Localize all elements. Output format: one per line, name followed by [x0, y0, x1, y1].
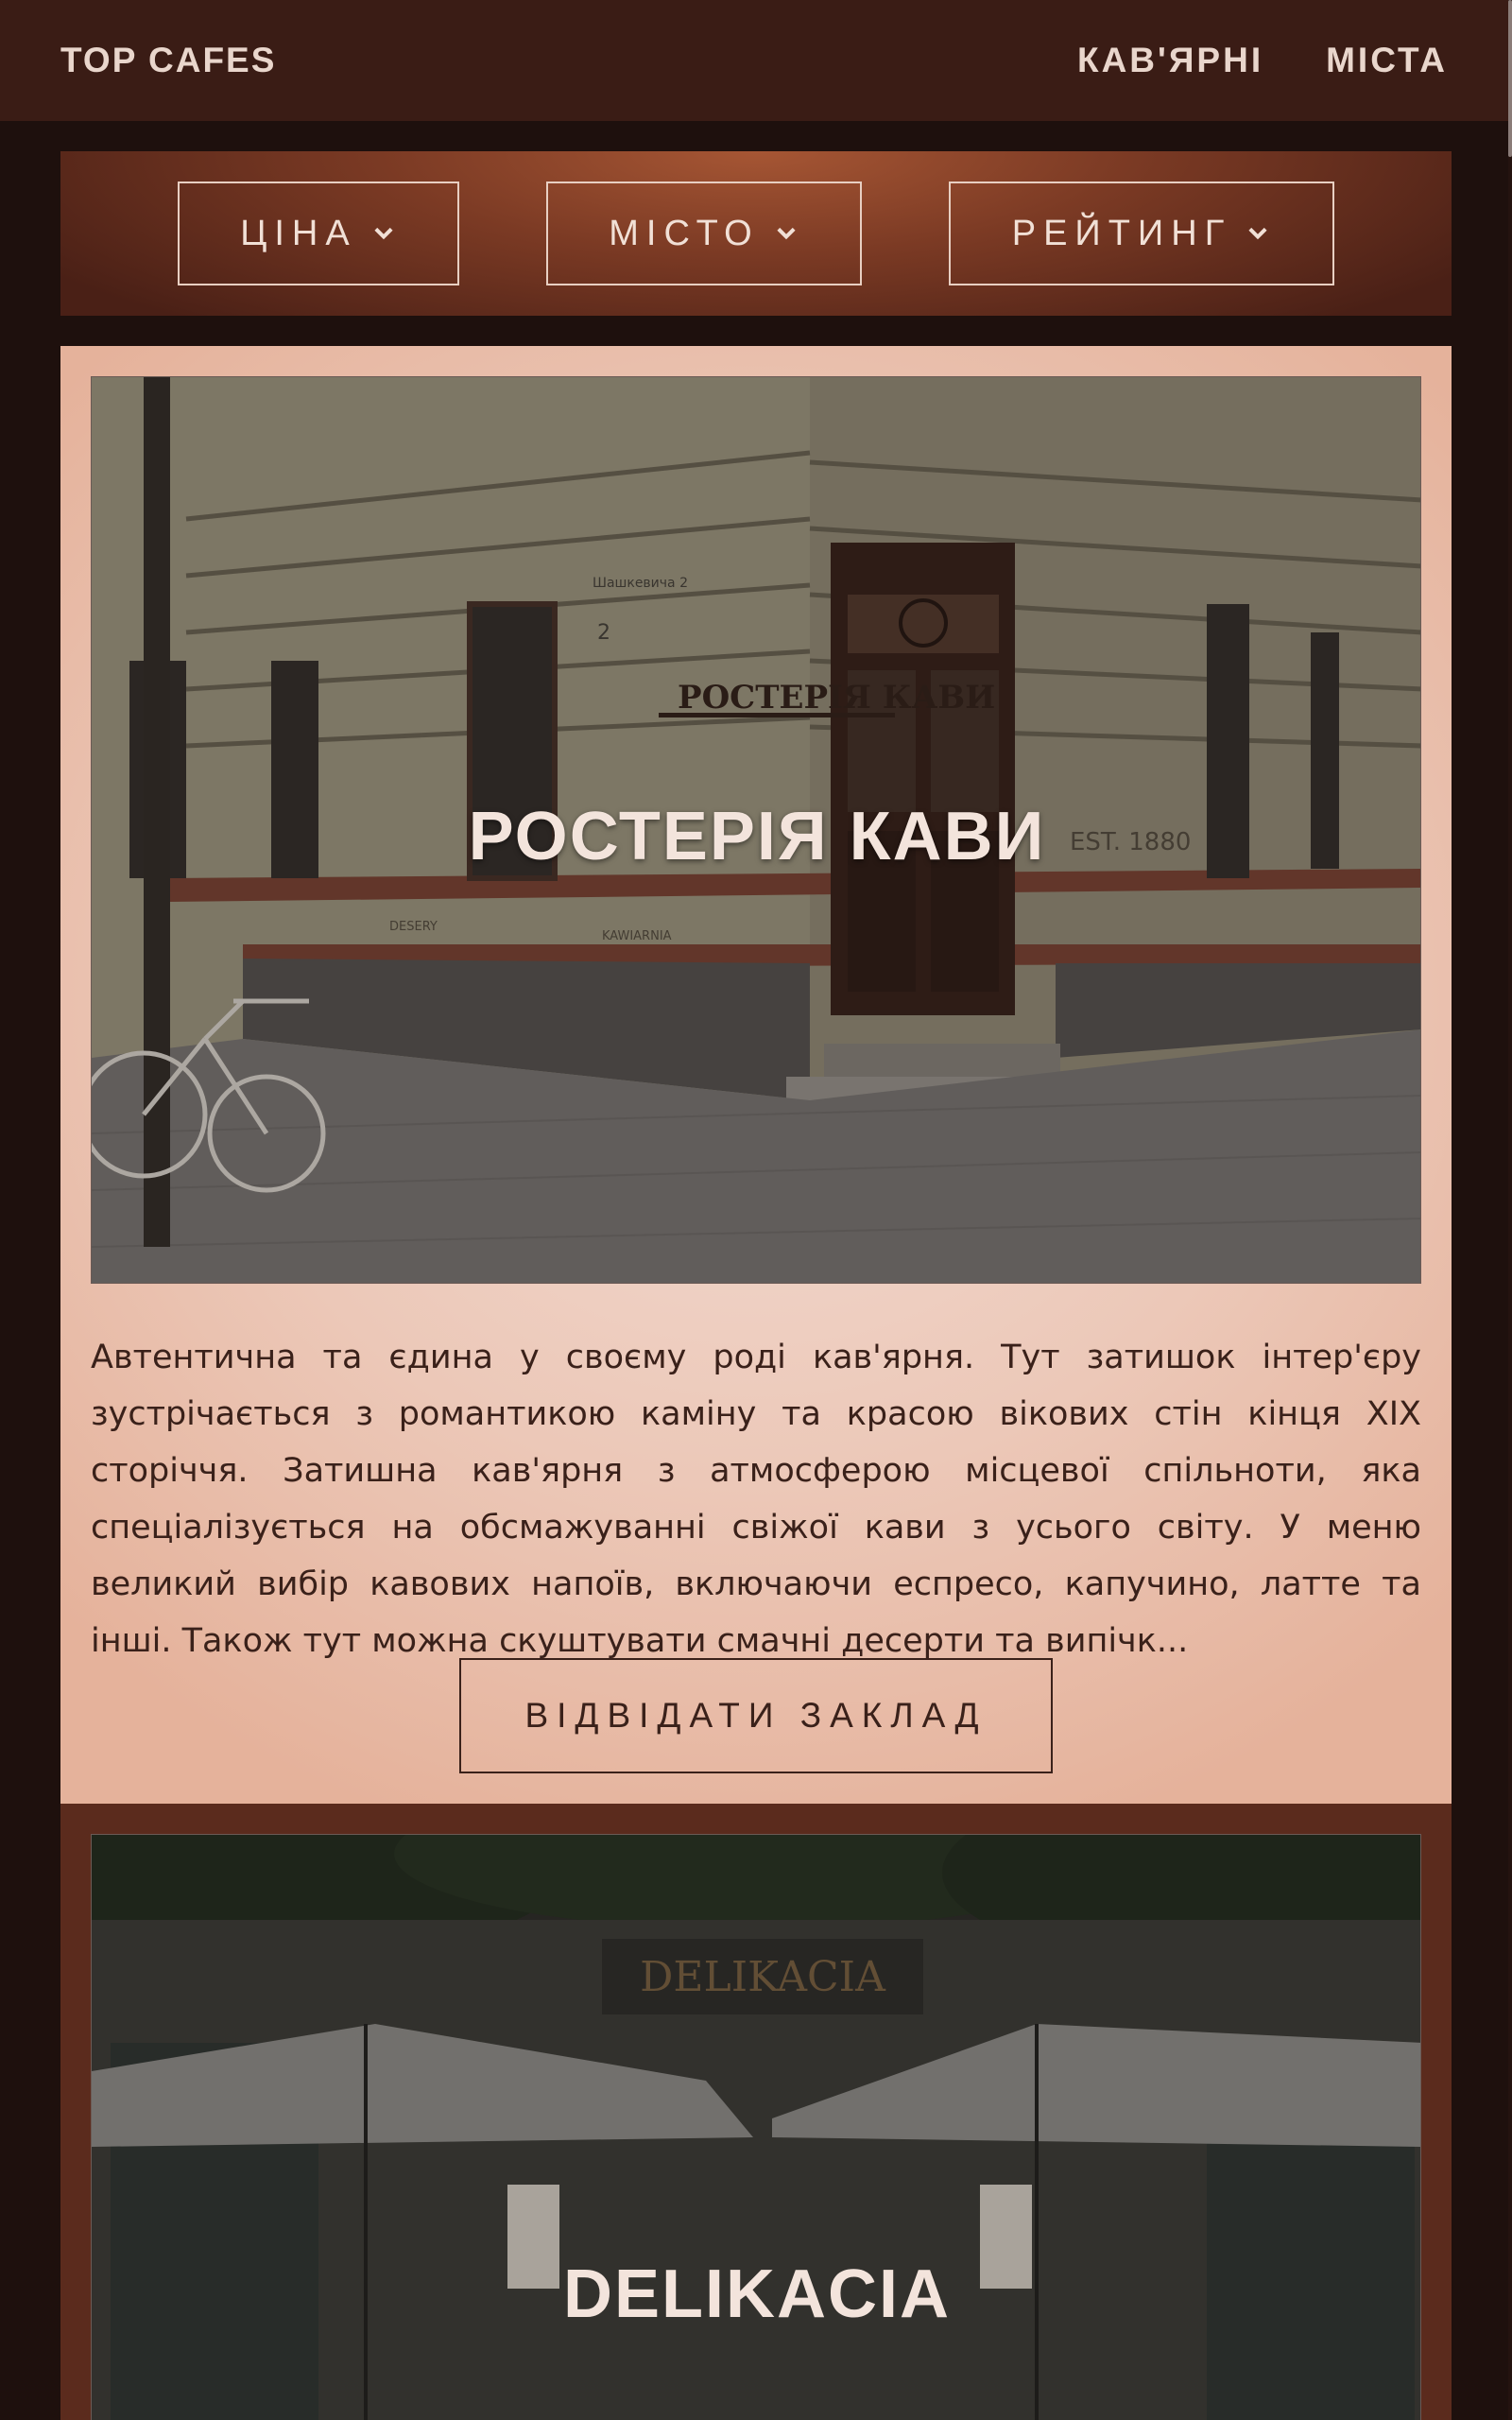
cafe-card: DELIKACIA DELIKACIA: [60, 1804, 1452, 2420]
cafe-photo: DELIKACIA DELIKACIA: [91, 1834, 1421, 2420]
filter-rating-button[interactable]: РЕЙТИНГ: [949, 182, 1334, 285]
brand-logo[interactable]: TOP CAFES: [60, 41, 276, 80]
filter-bar: ЦІНА МІСТО РЕЙТИНГ: [60, 151, 1452, 316]
visit-cafe-button[interactable]: ВІДВІДАТИ ЗАКЛАД: [459, 1658, 1053, 1773]
cafe-photo: РОСТЕРІЯ КАВИ EST. 1880 2 Шашкевича 2 DE…: [91, 376, 1421, 1284]
filter-rating-label: РЕЙТИНГ: [1011, 213, 1232, 253]
chevron-down-icon: [374, 227, 393, 240]
chevron-down-icon: [777, 227, 796, 240]
nav-link-cities[interactable]: МІСТА: [1326, 41, 1448, 80]
cafe-description: Автентична та єдина у своєму роді кав'яр…: [91, 1339, 1421, 1660]
nav-link-cafes[interactable]: КАВ'ЯРНІ: [1077, 41, 1263, 80]
cafe-title: DELIKACIA: [563, 2256, 951, 2332]
page-scrollbar[interactable]: [1508, 0, 1512, 2420]
main-nav: КАВ'ЯРНІ МІСТА: [1077, 41, 1448, 80]
cafe-building-image: РОСТЕРІЯ КАВИ EST. 1880 2 Шашкевича 2 DE…: [92, 377, 1420, 1283]
cafe-terrace-image: DELIKACIA DELIKACIA: [92, 1835, 1420, 2420]
cafe-card: РОСТЕРІЯ КАВИ EST. 1880 2 Шашкевича 2 DE…: [60, 346, 1452, 1804]
filter-city-button[interactable]: МІСТО: [546, 182, 862, 285]
scrollbar-thumb[interactable]: [1508, 0, 1512, 157]
top-header: TOP CAFES КАВ'ЯРНІ МІСТА: [0, 0, 1508, 121]
cafe-title: РОСТЕРІЯ КАВИ: [469, 799, 1046, 874]
chevron-down-icon: [1248, 227, 1267, 240]
filter-price-button[interactable]: ЦІНА: [178, 182, 459, 285]
filter-city-label: МІСТО: [609, 213, 760, 253]
filter-price-label: ЦІНА: [240, 213, 357, 253]
